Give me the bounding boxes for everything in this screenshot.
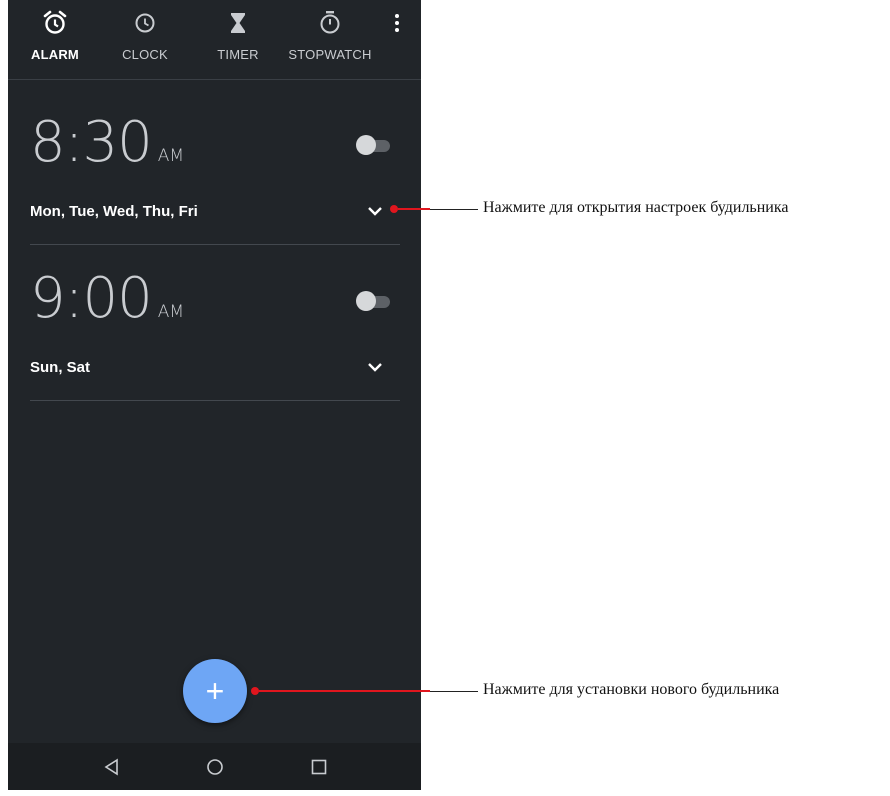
stopwatch-icon bbox=[320, 11, 340, 34]
home-icon[interactable] bbox=[205, 757, 225, 777]
alarm-toggle[interactable] bbox=[356, 134, 392, 156]
expand-chevron-icon[interactable] bbox=[367, 361, 383, 373]
clock-icon bbox=[135, 13, 155, 33]
alarm-ampm: AM bbox=[157, 146, 185, 166]
tab-clock[interactable]: CLOCK bbox=[100, 8, 190, 62]
alarm-item[interactable]: 8:30 AM Mon, Tue, Wed, Thu, Fri bbox=[8, 110, 421, 266]
alarm-time-value: 9:00 bbox=[30, 266, 153, 331]
recents-icon[interactable] bbox=[309, 757, 329, 777]
overflow-menu-icon[interactable] bbox=[390, 14, 404, 40]
tab-alarm[interactable]: ALARM bbox=[10, 8, 100, 62]
add-alarm-button[interactable]: + bbox=[183, 659, 247, 723]
callout-marker bbox=[390, 205, 398, 213]
alarm-repeat-days[interactable]: Sun, Sat bbox=[30, 359, 90, 376]
callout-marker bbox=[251, 687, 259, 695]
tab-label: ALARM bbox=[31, 47, 79, 62]
system-nav-bar bbox=[8, 743, 421, 790]
callout-settings-text: Нажмите для открытия настроек будильника bbox=[483, 199, 789, 216]
clock-app-screen: ALARM CLOCK TIMER STOPWATCH 8:30 AM Mon,… bbox=[8, 0, 421, 790]
callout-leader-line bbox=[259, 690, 430, 692]
callout-leader-line bbox=[398, 208, 430, 210]
alarm-item[interactable]: 9:00 AM Sun, Sat bbox=[8, 266, 421, 422]
tab-label: STOPWATCH bbox=[288, 47, 372, 62]
tab-bar: ALARM CLOCK TIMER STOPWATCH bbox=[8, 0, 421, 80]
alarm-time[interactable]: 8:30 AM bbox=[30, 110, 184, 175]
alarm-toggle[interactable] bbox=[356, 290, 392, 312]
tab-timer[interactable]: TIMER bbox=[193, 8, 283, 62]
tab-label: CLOCK bbox=[122, 47, 168, 62]
tab-label: TIMER bbox=[217, 47, 259, 62]
hourglass-icon bbox=[231, 13, 245, 33]
divider bbox=[30, 400, 400, 401]
divider bbox=[30, 244, 400, 245]
alarm-repeat-days[interactable]: Mon, Tue, Wed, Thu, Fri bbox=[30, 203, 198, 220]
tab-stopwatch[interactable]: STOPWATCH bbox=[285, 8, 375, 62]
toggle-thumb bbox=[356, 291, 376, 311]
callout-add-alarm-text: Нажмите для установки нового будильника bbox=[483, 681, 780, 698]
callout-leader-line bbox=[430, 209, 478, 210]
back-icon[interactable] bbox=[102, 757, 122, 777]
expand-chevron-icon[interactable] bbox=[367, 205, 383, 217]
alarm-time[interactable]: 9:00 AM bbox=[30, 266, 184, 331]
alarm-ampm: AM bbox=[157, 302, 185, 322]
callout-leader-line bbox=[430, 691, 478, 692]
toggle-thumb bbox=[356, 135, 376, 155]
alarm-time-value: 8:30 bbox=[30, 110, 153, 175]
alarm-icon bbox=[43, 10, 67, 34]
